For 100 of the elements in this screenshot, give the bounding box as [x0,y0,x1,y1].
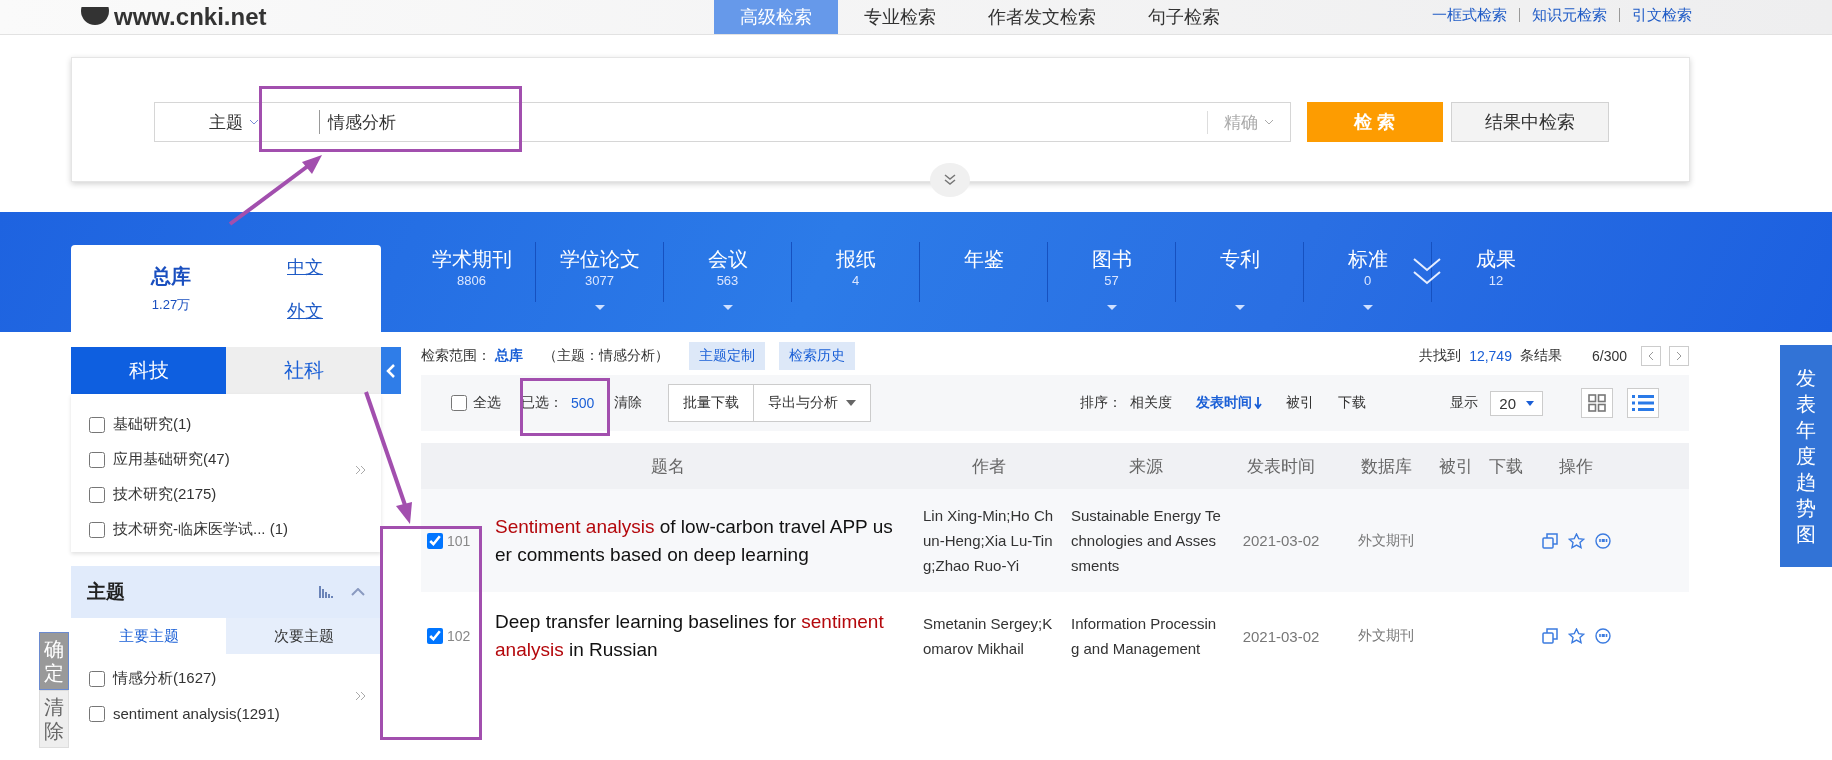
column-header: 来源 [1128,455,1164,478]
filter-label[interactable]: 应用基础研究(47) [113,450,230,469]
nav-tab[interactable]: 专业检索 [838,0,962,34]
quote-icon[interactable] [1594,628,1611,644]
logo-icon [80,7,110,27]
row-number: 102 [447,628,471,644]
sort-option[interactable]: 发表时间 [1186,394,1273,412]
topic-tab[interactable]: 次要主题 [226,618,381,654]
section-title: 主题 [87,580,126,604]
checkbox[interactable] [89,670,105,687]
star-icon[interactable] [1567,628,1585,644]
authors-cell-text: Smetanin Sergey;Komarov Mikhail [923,614,1054,659]
tag-button[interactable]: 检索历史 [779,342,855,370]
database-tab[interactable]: 报纸 4 [792,242,920,302]
nav-tab[interactable]: 作者发文检索 [962,0,1122,34]
grid-icon [1587,393,1607,413]
source-cell-text: Sustainable Energy Technologies and Assessments [1071,506,1221,576]
nav-link[interactable]: 一框式检索 [1432,6,1507,24]
database-cell-text: 外文期刊 [1357,531,1415,550]
toolbar-button[interactable]: 导出与分析 [754,385,871,421]
nav-link[interactable]: 引文检索 [1632,6,1692,24]
caret-icon [1526,400,1534,406]
list-view-button[interactable] [1627,388,1659,418]
checkbox[interactable] [89,486,105,503]
copy-icon[interactable] [1541,628,1558,644]
scope-label: 检索范围： [421,347,491,365]
quote-icon[interactable] [1594,532,1611,549]
more-icon[interactable] [355,690,367,701]
chevron-left-icon [386,362,396,379]
sort-option[interactable]: 被引 [1276,394,1325,412]
language-link[interactable]: 中文 [287,254,323,279]
database-tab[interactable]: 图书 57 [1048,242,1176,302]
scope-value: 总库 [495,347,523,365]
row-number: 101 [447,532,471,549]
column-header: 操作 [1558,455,1594,478]
page-indicator: 6/300 [1591,348,1627,364]
nav-tab[interactable]: 句子检索 [1122,0,1246,34]
collapse-icon[interactable] [351,588,365,596]
filter-label[interactable]: 情感分析(1627) [113,669,217,688]
checkbox[interactable] [89,521,105,538]
database-tab[interactable]: 学位论文 3077 [536,242,664,302]
column-header: 题名 [650,455,686,478]
article-title-link[interactable]: Deep transfer learning baselines for sentiment analysis in Russian [495,608,895,664]
trend-chart-button[interactable]: 发表年度趋势图 [1780,345,1832,567]
field-select[interactable]: 主题 [155,110,285,134]
checkbox[interactable] [451,395,467,411]
site-url[interactable]: www.cnki.net [114,2,267,32]
category-tab[interactable]: 科技 [71,347,226,394]
checkbox[interactable] [89,451,105,468]
side-button[interactable]: 清除 [39,690,69,748]
filter-label[interactable]: sentiment analysis(1291) [113,705,280,722]
copy-icon[interactable] [1541,532,1558,549]
page-size-select[interactable]: 20 [1490,390,1543,416]
checkbox[interactable] [427,628,443,644]
search-in-results-button[interactable]: 结果中检索 [1451,102,1609,142]
checkbox[interactable] [427,532,443,549]
database-tab[interactable]: 学术期刊 8806 [408,242,536,302]
star-icon[interactable] [1567,532,1585,549]
toolbar-button[interactable]: 批量下载 [669,385,755,421]
source-cell-text: Information Processing and Management [1071,614,1218,659]
sort-option[interactable]: 相关度 [1126,394,1183,412]
language-link[interactable]: 外文 [287,298,323,323]
arrow-down-icon [1254,397,1263,409]
sort-option[interactable]: 下载 [1328,394,1377,412]
category-tab[interactable]: 社科 [226,347,381,394]
checkbox[interactable] [89,416,105,433]
column-header: 作者 [971,455,1007,478]
search-field[interactable]: 主题 情感分析 精确 [154,102,1291,142]
filter-label[interactable]: 技术研究(2175) [113,485,217,504]
selected-count: 500 [571,395,595,411]
checkbox[interactable] [89,705,105,722]
database-tab[interactable]: 成果 12 [1432,242,1560,302]
caret-icon [249,119,259,125]
double-chevron-icon [943,174,957,186]
selected-label: 已选： [521,394,563,412]
nav-link[interactable]: 知识元检索 [1532,6,1607,24]
database-tab[interactable]: 年鉴 [920,242,1048,302]
collapse-button[interactable] [381,347,401,394]
authors-cell-text: Lin Xing-Min;Ho Chun-Heng;Xia Lu-Ting;Zhao Ruo-Yi [923,506,1055,576]
chevron-right-icon [1676,351,1682,361]
query-text: （主题：情感分析） [543,347,669,365]
tag-button[interactable]: 主题定制 [689,342,765,370]
database-tab[interactable]: 标准 0 [1304,242,1432,302]
filter-label[interactable]: 基础研究(1) [113,415,192,434]
expand-button[interactable] [930,163,970,197]
filter-label[interactable]: 技术研究-临床医学试... (1) [113,520,288,539]
database-tab[interactable]: 专利 [1176,242,1304,302]
found-label: 共找到 [1419,347,1462,365]
chart-icon[interactable] [319,586,335,598]
database-tab[interactable]: 会议 563 [664,242,792,302]
clear-link[interactable]: 清除 [614,394,643,412]
expand-icon[interactable] [1412,256,1442,286]
article-title-link[interactable]: Sentiment analysis of low-carbon travel APP user comments based on deep learning [495,512,895,569]
column-header: 发表时间 [1246,455,1316,478]
column-header: 下载 [1488,455,1524,478]
total-tab[interactable]: 总库 1.27万 中文 外文 [71,245,381,332]
grid-view-button[interactable] [1581,388,1613,418]
select-all-label[interactable]: 全选 [473,394,501,412]
more-icon[interactable] [355,465,367,476]
database-cell-text: 外文期刊 [1357,627,1415,645]
